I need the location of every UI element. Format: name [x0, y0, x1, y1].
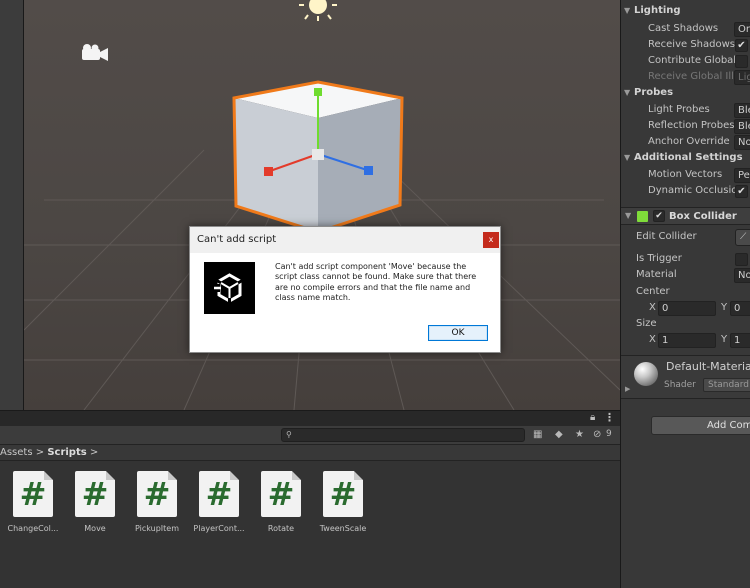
- create-filter-icon[interactable]: ▦: [533, 429, 542, 440]
- label-filter-icon[interactable]: ◆: [555, 429, 563, 440]
- add-component-button[interactable]: Add Comp: [651, 416, 750, 435]
- size-xy-row: X 1 Y 1: [621, 333, 750, 349]
- search-icon: ⚲: [286, 430, 292, 439]
- expand-triangle-icon[interactable]: ▶: [625, 385, 630, 393]
- box-collider-header[interactable]: ▼ ✔ Box Collider: [621, 207, 750, 225]
- collapse-triangle-icon: ▼: [625, 211, 632, 220]
- inspector-panel: ▼Lighting Cast Shadows On Receive Shadow…: [620, 0, 750, 588]
- shader-label: Shader: [664, 380, 696, 390]
- csharp-script-icon: #: [137, 471, 177, 517]
- lighting-section-header[interactable]: ▼ Lighting: [621, 5, 750, 21]
- close-button[interactable]: x: [483, 232, 499, 248]
- box-collider-enabled-checkbox[interactable]: ✔: [653, 210, 665, 222]
- csharp-script-icon: #: [323, 471, 363, 517]
- center-x-field[interactable]: 0: [658, 301, 716, 316]
- ok-button[interactable]: OK: [428, 325, 488, 341]
- reflection-probes-dropdown[interactable]: Ble: [734, 119, 750, 134]
- is-trigger-checkbox[interactable]: [735, 253, 748, 266]
- size-row: Size: [636, 318, 657, 329]
- asset-name: Move: [84, 524, 106, 533]
- center-y-field[interactable]: 0: [730, 301, 750, 316]
- left-panel-strip: [0, 0, 24, 410]
- breadcrumb-scripts[interactable]: Scripts: [47, 447, 86, 458]
- asset-name: PlayerCont...: [193, 524, 245, 533]
- asset-item[interactable]: # Move: [60, 471, 130, 533]
- receive-shadows-row: Receive Shadows ✔: [621, 38, 750, 54]
- receive-shadows-checkbox[interactable]: ✔: [735, 39, 748, 52]
- project-panel-titlebar: 🔒︎ ⋮: [0, 410, 620, 426]
- shader-dropdown[interactable]: Standard: [703, 378, 750, 392]
- favorite-star-icon[interactable]: ★: [575, 429, 584, 440]
- receive-gi-dropdown: Lig: [734, 70, 750, 85]
- collapse-triangle-icon: ▼: [624, 6, 631, 15]
- collapse-triangle-icon: ▼: [624, 88, 631, 97]
- asset-name: TweenScale: [319, 524, 367, 533]
- breadcrumb: Assets > Scripts >: [0, 445, 620, 461]
- box-collider-icon: [637, 211, 648, 222]
- size-x-field[interactable]: 1: [658, 333, 716, 348]
- breadcrumb-separator: >: [35, 447, 45, 458]
- asset-item[interactable]: # TweenScale: [308, 471, 378, 533]
- additional-settings-header[interactable]: ▼ Additional Settings: [621, 152, 750, 168]
- search-input[interactable]: ⚲: [281, 428, 525, 442]
- asset-name: Rotate: [267, 524, 295, 533]
- receive-gi-row: Receive Global Illu Lig: [621, 70, 750, 86]
- motion-vectors-row: Motion Vectors Pe: [621, 168, 750, 184]
- breadcrumb-assets[interactable]: Assets: [0, 447, 33, 458]
- unity-logo-icon: [204, 262, 255, 314]
- cast-shadows-dropdown[interactable]: On: [734, 22, 750, 37]
- physic-material-field[interactable]: No: [734, 268, 750, 283]
- asset-item[interactable]: # Rotate: [246, 471, 316, 533]
- contribute-gi-checkbox[interactable]: [735, 55, 748, 68]
- csharp-script-icon: #: [13, 471, 53, 517]
- size-y-field[interactable]: 1: [730, 333, 750, 348]
- probes-section-header[interactable]: ▼ Probes: [621, 87, 750, 103]
- anchor-override-row: Anchor Override No: [621, 135, 750, 151]
- dialog-body: Can't add script component 'Move' becaus…: [190, 253, 500, 352]
- anchor-override-field[interactable]: No: [734, 135, 750, 150]
- light-probes-row: Light Probes Ble: [621, 103, 750, 119]
- csharp-script-icon: #: [75, 471, 115, 517]
- reflection-probes-row: Reflection Probes Ble: [621, 119, 750, 135]
- csharp-script-icon: #: [261, 471, 301, 517]
- hidden-packages-icon[interactable]: ⊘: [593, 429, 601, 440]
- light-probes-dropdown[interactable]: Ble: [734, 103, 750, 118]
- kebab-menu-icon[interactable]: ⋮: [604, 411, 615, 424]
- asset-item[interactable]: # PickupItem: [122, 471, 192, 533]
- material-preview-section[interactable]: ▶ Default-Material Shader Standard: [621, 355, 750, 399]
- project-asset-grid: # ChangeCol... # Move # PickupItem # Pla…: [0, 461, 620, 588]
- project-toolbar: ⚲ ▦ ◆ ★ ⊘ 9: [0, 426, 620, 445]
- asset-item[interactable]: # PlayerCont...: [184, 471, 254, 533]
- asset-item[interactable]: # ChangeCol...: [0, 471, 68, 533]
- dialog-title: Can't add script: [197, 234, 277, 245]
- center-xy-row: X 0 Y 0: [621, 301, 750, 317]
- camera-icon[interactable]: [82, 44, 108, 61]
- edit-collider-icon[interactable]: ⟋: [735, 229, 750, 246]
- collapse-triangle-icon: ▼: [624, 153, 631, 162]
- cast-shadows-row: Cast Shadows On: [621, 22, 750, 38]
- asset-name: ChangeCol...: [7, 524, 59, 533]
- dynamic-occlusion-row: Dynamic Occlusio ✔: [621, 184, 750, 200]
- asset-name: PickupItem: [134, 524, 179, 533]
- csharp-script-icon: #: [199, 471, 239, 517]
- lock-icon[interactable]: 🔒︎: [590, 412, 595, 423]
- material-name: Default-Material: [666, 360, 750, 373]
- hidden-count: 9: [606, 429, 612, 439]
- material-row: Material No: [621, 268, 750, 284]
- error-dialog: Can't add script x Can't add script comp…: [189, 226, 501, 353]
- contribute-gi-row: Contribute Global I: [621, 54, 750, 70]
- breadcrumb-separator: >: [89, 447, 99, 458]
- material-sphere-icon: [634, 362, 658, 386]
- dialog-message: Can't add script component 'Move' becaus…: [275, 262, 477, 303]
- dynamic-occlusion-checkbox[interactable]: ✔: [735, 185, 748, 198]
- is-trigger-row: Is Trigger: [621, 252, 750, 268]
- directional-light-icon[interactable]: [299, 0, 337, 21]
- center-row: Center: [636, 286, 670, 297]
- edit-collider-row: Edit Collider ⟋: [621, 229, 750, 246]
- motion-vectors-dropdown[interactable]: Pe: [734, 168, 750, 183]
